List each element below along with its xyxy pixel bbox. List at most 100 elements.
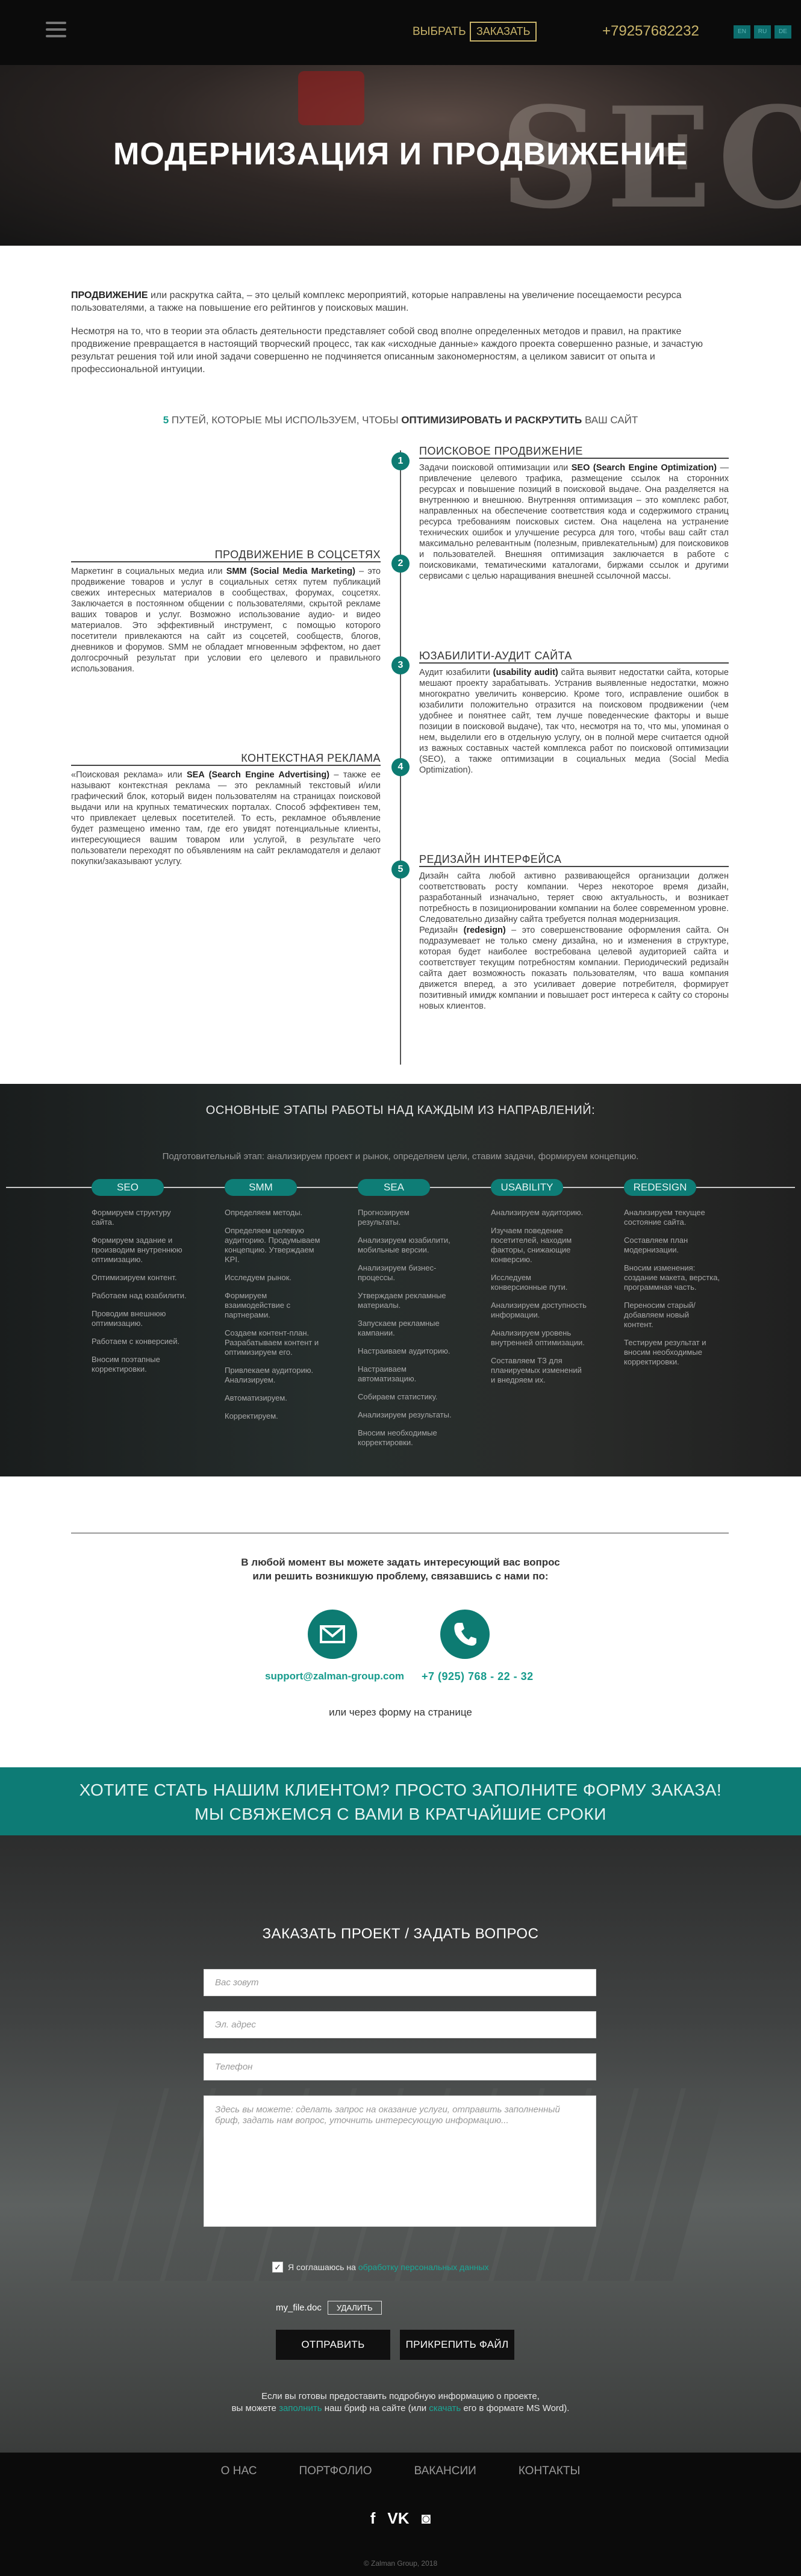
banner-line1: ХОТИТЕ СТАТЬ НАШИМ КЛИЕНТОМ? ПРОСТО ЗАПО… bbox=[79, 1781, 722, 1799]
stage-item: Вносим необходимые корректировки. bbox=[358, 1428, 437, 1447]
stage-item: Анализируем результаты. bbox=[358, 1410, 452, 1419]
stage-item: Определяем методы. bbox=[225, 1208, 303, 1217]
stages-title: ОСНОВНЫЕ ЭТАПЫ РАБОТЫ НАД КАЖДЫМ ИЗ НАПР… bbox=[205, 1104, 596, 1117]
file-name: my_file.doc bbox=[276, 2303, 322, 2313]
brief-note-a: вы можете bbox=[231, 2403, 279, 2413]
contact-question: В любой момент вы можете задать интересу… bbox=[0, 1555, 801, 1583]
timeline-marker-5: 5 bbox=[391, 860, 410, 879]
stage-pill-redesign[interactable]: REDESIGN bbox=[624, 1179, 696, 1196]
timeline-marker-4: 4 bbox=[391, 758, 410, 776]
block-title: КОНТЕКСТНАЯ РЕКЛАМА bbox=[71, 753, 381, 766]
instagram-icon[interactable]: ◙ bbox=[422, 2509, 431, 2528]
stage-item: Проводим внешнюю оптимизацию. bbox=[92, 1309, 166, 1328]
lang-ru[interactable]: RU bbox=[754, 25, 771, 39]
block-text-bold: SMM (Social Media Marketing) bbox=[226, 567, 355, 576]
menu-icon[interactable] bbox=[46, 22, 66, 40]
message-input[interactable] bbox=[204, 2095, 596, 2227]
stage-column-redesign: Анализируем текущее состояние сайта. Сост… bbox=[624, 1208, 720, 1375]
stage-pill-smm[interactable]: SMM bbox=[225, 1179, 297, 1196]
vk-icon[interactable]: VK bbox=[387, 2509, 409, 2528]
stage-item: Формируем взаимодействие с партнерами. bbox=[225, 1291, 291, 1319]
timeline-block-sea: КОНТЕКСТНАЯ РЕКЛАМА «Поисковая реклама» … bbox=[71, 753, 381, 867]
stages-prep-text: Подготовительный этап: анализируем проек… bbox=[162, 1151, 639, 1162]
brief-note: Если вы готовы предоставить подробную ин… bbox=[0, 2391, 801, 2415]
block-text-rest: — привлечение целевого трафика, размещен… bbox=[419, 463, 729, 581]
block-text-pre: Маркетинг в социальных медиа или bbox=[71, 567, 226, 576]
ways-text-bold: ОПТИМИЗИРОВАТЬ И РАСКРУТИТЬ bbox=[401, 414, 582, 426]
stage-item: Привлекаем аудиторию. Анализируем. bbox=[225, 1366, 314, 1384]
email-icon[interactable] bbox=[308, 1610, 357, 1659]
stage-item: Собираем статистику. bbox=[358, 1392, 438, 1401]
lang-en[interactable]: EN bbox=[734, 25, 750, 39]
email-input[interactable] bbox=[204, 2011, 596, 2038]
choose-link[interactable]: ВЫБРАТЬ bbox=[413, 25, 466, 39]
ways-text-c: ВАШ САЙТ bbox=[582, 414, 638, 426]
stage-pill-sea[interactable]: SEA bbox=[358, 1179, 430, 1196]
footer: О НАС ПОРТФОЛИО ВАКАНСИИ КОНТАКТЫ f VK ◙… bbox=[0, 2453, 801, 2576]
timeline-marker-3: 3 bbox=[391, 656, 410, 674]
block-text: Аудит юзабилити (usability audit) сайта … bbox=[419, 667, 729, 776]
footer-link-contacts[interactable]: КОНТАКТЫ bbox=[519, 2465, 581, 2478]
intro-term: ПРОДВИЖЕНИЕ bbox=[71, 290, 148, 300]
stage-item: Анализируем уровень внутренней оптимизац… bbox=[491, 1328, 585, 1347]
delete-file-button[interactable]: УДАЛИТЬ bbox=[327, 2301, 382, 2315]
block-text: Задачи поисковой оптимизации или SEO (Se… bbox=[419, 462, 729, 582]
lang-de[interactable]: DE bbox=[775, 25, 791, 39]
stage-item: Прогнозируем результаты. bbox=[358, 1208, 410, 1227]
block-title: РЕДИЗАЙН ИНТЕРФЕЙСА bbox=[419, 854, 729, 867]
ways-text-a: ПУТЕЙ, КОТОРЫЕ МЫ ИСПОЛЬЗУЕМ, ЧТОБЫ bbox=[169, 414, 402, 426]
stage-item: Корректируем. bbox=[225, 1411, 278, 1420]
stage-pill-seo[interactable]: SEO bbox=[92, 1179, 164, 1196]
hero-decoration bbox=[298, 71, 364, 125]
block-text-pre: «Поисковая реклама» или bbox=[71, 770, 187, 780]
stage-item: Тестируем результат и вносим необходимые… bbox=[624, 1338, 706, 1366]
stage-item: Анализируем текущее состояние сайта. bbox=[624, 1208, 705, 1227]
block-text-bold: (usability audit) bbox=[493, 668, 558, 677]
brief-download-link[interactable]: скачать bbox=[429, 2403, 461, 2413]
stage-item: Настраиваем автоматизацию. bbox=[358, 1364, 417, 1383]
block-text: «Поисковая реклама» или SEA (Search Engi… bbox=[71, 770, 381, 867]
footer-link-about[interactable]: О НАС bbox=[221, 2465, 257, 2478]
block-text-rest: сайта выявит недостатки сайта, которые м… bbox=[419, 668, 729, 775]
block-text-rest: – это совершенствование оформления сайта… bbox=[419, 926, 729, 1011]
footer-link-vacancies[interactable]: ВАКАНСИИ bbox=[414, 2465, 476, 2478]
banner-line2: МЫ СВЯЖЕМСЯ С ВАМИ В КРАТЧАЙШИЕ СРОКИ bbox=[195, 1805, 606, 1823]
attach-file-button[interactable]: ПРИКРЕПИТЬ ФАЙЛ bbox=[400, 2330, 514, 2360]
consent-text: Я соглашаюсь на bbox=[288, 2262, 358, 2272]
ways-heading: 5 ПУТЕЙ, КОТОРЫЕ МЫ ИСПОЛЬЗУЕМ, ЧТОБЫ ОП… bbox=[0, 414, 801, 426]
or-form-text: или через форму на странице bbox=[329, 1706, 472, 1718]
phone-input[interactable] bbox=[204, 2053, 596, 2080]
brief-note-c: наш бриф на сайте (или bbox=[322, 2403, 429, 2413]
name-input[interactable] bbox=[204, 1969, 596, 1996]
stage-column-usability: Анализируем аудиторию. Изучаем поведение … bbox=[491, 1208, 587, 1393]
order-button[interactable]: ЗАКАЗАТЬ bbox=[470, 22, 537, 42]
hero-banner: SEO МОДЕРНИЗАЦИЯ И ПРОДВИЖЕНИЕ bbox=[0, 65, 801, 246]
block-text-rest: – это продвижение товаров и услуг в соци… bbox=[71, 567, 381, 674]
phone-icon[interactable] bbox=[440, 1610, 490, 1659]
email-link[interactable]: support@zalman-group.com bbox=[265, 1670, 404, 1682]
stage-pill-usability[interactable]: USABILITY bbox=[491, 1179, 563, 1196]
stage-item: Формируем структуру сайта. bbox=[92, 1208, 171, 1227]
block-text-bold: (redesign) bbox=[463, 926, 506, 935]
block-text-bold: SEO (Search Engine Optimization) bbox=[571, 463, 717, 473]
block-text-pre: Задачи поисковой оптимизации или bbox=[419, 463, 572, 473]
block-text: Дизайн сайта любой активно развивающейся… bbox=[419, 871, 729, 924]
block-text-pre: Редизайн bbox=[419, 926, 464, 935]
timeline-block-usability: ЮЗАБИЛИТИ-АУДИТ САЙТА Аудит юзабилити (u… bbox=[419, 650, 729, 776]
consent-checkbox[interactable]: ✓ bbox=[272, 2262, 283, 2273]
intro-paragraph-2: Несмотря на то, что в теории эта область… bbox=[71, 326, 703, 375]
timeline-block-redesign: РЕДИЗАЙН ИНТЕРФЕЙСА Дизайн сайта любой а… bbox=[419, 854, 729, 1012]
block-text-rest: – также ее называют контекстная реклама … bbox=[71, 770, 381, 866]
hero-title: МОДЕРНИЗАЦИЯ И ПРОДВИЖЕНИЕ bbox=[113, 137, 688, 172]
brief-fill-link[interactable]: заполнить bbox=[279, 2403, 322, 2413]
header-phone[interactable]: +79257682232 bbox=[602, 23, 699, 40]
timeline-marker-1: 1 bbox=[391, 452, 410, 470]
submit-button[interactable]: ОТПРАВИТЬ bbox=[276, 2330, 390, 2360]
page: ВЫБРАТЬ ЗАКАЗАТЬ +79257682232 EN RU DE S… bbox=[0, 0, 801, 2576]
stage-item: Запускаем рекламные кампании. bbox=[358, 1319, 440, 1337]
phone-link[interactable]: +7 (925) 768 - 22 - 32 bbox=[422, 1670, 534, 1683]
facebook-icon[interactable]: f bbox=[370, 2509, 376, 2528]
form-title: ЗАКАЗАТЬ ПРОЕКТ / ЗАДАТЬ ВОПРОС bbox=[262, 1926, 539, 1942]
consent-link[interactable]: обработку персональных данных bbox=[358, 2262, 489, 2272]
footer-link-portfolio[interactable]: ПОРТФОЛИО bbox=[299, 2465, 372, 2478]
